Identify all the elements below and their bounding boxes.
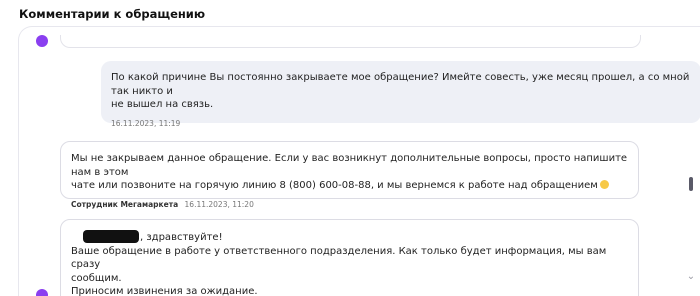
chevron-down-icon[interactable]: ⌄ [685, 272, 697, 282]
scrollbar-thumb[interactable] [689, 177, 693, 191]
support-message-meta: Сотрудник Мегамаркета 16.11.2023, 11:20 [71, 198, 628, 212]
support-message-text: Мы не закрываем данное обращение. Если у… [71, 153, 627, 191]
agent-greeting-line: , здравствуйте! [83, 230, 628, 245]
avatar-icon [36, 35, 48, 47]
support-message: Мы не закрываем данное обращение. Если у… [60, 141, 639, 199]
agent-message: , здравствуйте! Ваше обращение в работе … [60, 219, 639, 296]
previous-message-bubble [60, 35, 641, 48]
smile-emoji-icon [600, 180, 609, 189]
redacted-name [83, 230, 139, 243]
user-message-text: По какой причине Вы постоянно закрываете… [111, 71, 691, 112]
support-message-content: Мы не закрываем данное обращение. Если у… [71, 152, 628, 193]
user-message-timestamp: 16.11.2023, 11:19 [111, 119, 180, 128]
user-message-meta: 16.11.2023, 11:19 [111, 117, 691, 131]
agent-message-text: Ваше обращение в работе у ответственного… [71, 245, 628, 296]
comments-thread[interactable]: По какой причине Вы постоянно закрываете… [18, 26, 700, 296]
section-title: Комментарии к обращению [19, 7, 205, 21]
agent-greeting: , здравствуйте! [140, 232, 223, 243]
user-message: По какой причине Вы постоянно закрываете… [101, 61, 700, 123]
support-message-timestamp: 16.11.2023, 11:20 [185, 200, 254, 209]
support-message-author: Сотрудник Мегамаркета [71, 200, 178, 209]
